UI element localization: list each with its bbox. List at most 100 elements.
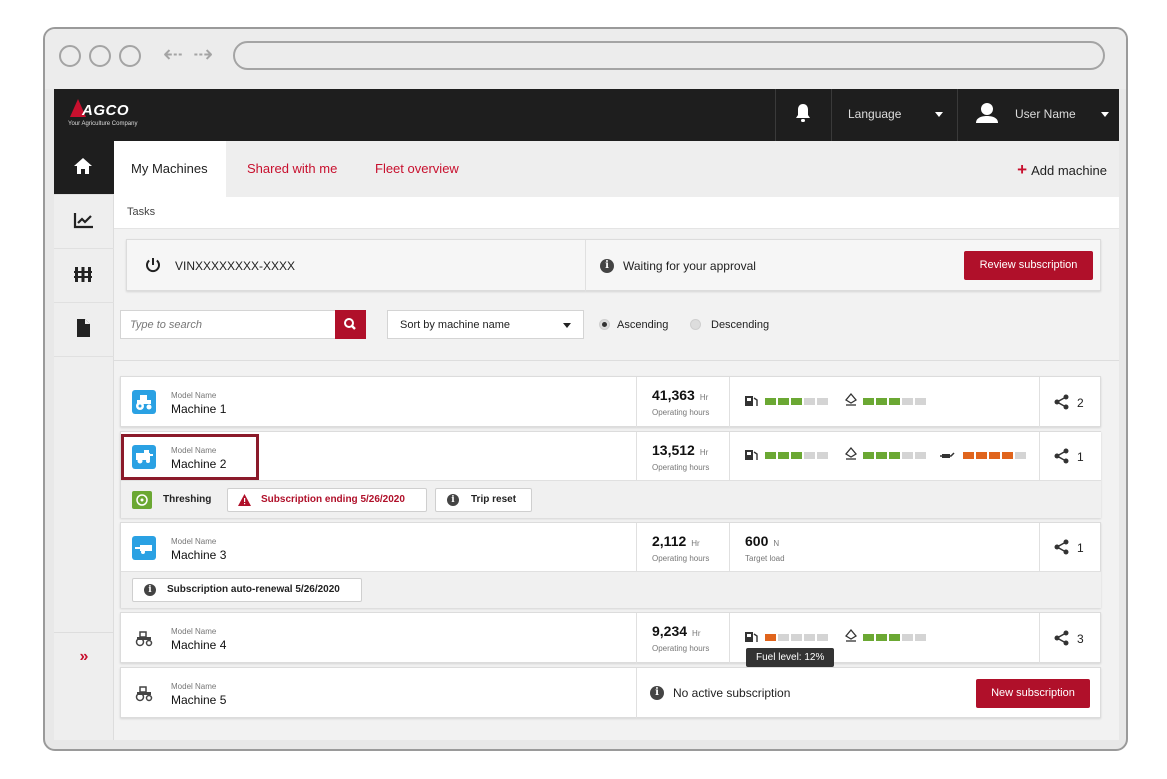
tab-fleet-overview[interactable]: Fleet overview: [375, 161, 459, 176]
new-subscription-button[interactable]: New subscription: [976, 679, 1090, 708]
machine-name: Machine 3: [171, 548, 227, 562]
nav-analytics[interactable]: [54, 195, 114, 249]
add-machine-button[interactable]: + Add machine: [1017, 160, 1107, 180]
subscription-status: No active subscription: [673, 686, 791, 700]
def-icon: [845, 393, 857, 406]
sort-select[interactable]: Sort by machine name: [387, 310, 584, 339]
forward-arrow-icon[interactable]: ⇢: [193, 41, 213, 69]
divider: [1039, 613, 1040, 664]
model-name: Model Name: [171, 682, 217, 691]
window-maximize-dot[interactable]: [119, 45, 141, 67]
model-name: Model Name: [171, 627, 217, 636]
combine-icon: [132, 445, 156, 469]
divider: [831, 89, 832, 141]
divider: [1039, 523, 1040, 571]
share-count: 1: [1077, 450, 1084, 464]
tasks-title: Tasks: [127, 206, 156, 218]
trip-reset-label: Trip reset: [471, 494, 517, 505]
machine-row[interactable]: Model Name Machine 2 13,512 Hr Operating …: [120, 431, 1101, 518]
window-minimize-dot[interactable]: [89, 45, 111, 67]
divider: [636, 377, 637, 428]
operating-hours-value: 9,234: [652, 623, 688, 639]
operating-hours-label: Operating hours: [652, 463, 710, 472]
nav-fields[interactable]: [54, 249, 114, 303]
machine-name: Machine 4: [171, 638, 227, 652]
browser-chrome: ⇠ ⇢: [45, 29, 1126, 89]
tractor-icon: [132, 626, 156, 650]
operating-hours-label: Operating hours: [652, 408, 710, 417]
back-arrow-icon[interactable]: ⇠: [163, 41, 183, 69]
tab-bar: My Machines Shared with me Fleet overvie…: [114, 141, 1119, 198]
search-button[interactable]: [335, 310, 366, 339]
agco-logo[interactable]: AGCO Your Agriculture Company: [68, 99, 158, 131]
hours-unit: Hr: [692, 629, 701, 638]
nav-documents[interactable]: [54, 303, 114, 357]
tractor-icon: [132, 681, 156, 705]
share-count: 2: [1077, 396, 1084, 410]
tab-my-machines[interactable]: My Machines: [114, 141, 226, 198]
divider: [775, 89, 776, 141]
window-close-dot[interactable]: [59, 45, 81, 67]
logo-tagline: Your Agriculture Company: [68, 121, 138, 127]
address-bar[interactable]: [233, 41, 1105, 70]
fuel-icon: [745, 396, 758, 406]
def-level-bar: [863, 398, 928, 405]
share-icon[interactable]: [1054, 539, 1070, 555]
search-input[interactable]: [121, 311, 335, 338]
fuel-level-bar: [765, 452, 830, 459]
tab-shared-with-me[interactable]: Shared with me: [247, 161, 337, 176]
def-icon: [845, 629, 857, 642]
info-icon: i: [447, 494, 459, 506]
machine-row[interactable]: Model Name Machine 3 2,112 Hr Operating h…: [120, 522, 1101, 608]
chevron-down-icon: [935, 112, 943, 117]
divider: [729, 377, 730, 428]
expand-nav-button[interactable]: »: [54, 632, 114, 684]
machine-row[interactable]: Model Name Machine 1 41,363 Hr Operating …: [120, 376, 1101, 428]
user-name: User Name: [1015, 107, 1076, 121]
chart-line-icon: [73, 213, 93, 229]
fence-icon: [74, 267, 92, 282]
operation-mode: Threshing: [163, 494, 212, 505]
operating-hours-value: 13,512: [652, 442, 695, 458]
trip-reset-button[interactable]: i Trip reset: [435, 488, 532, 512]
descending-label[interactable]: Descending: [711, 319, 769, 331]
nav-home[interactable]: [54, 141, 114, 195]
review-subscription-button[interactable]: Review subscription: [964, 251, 1093, 280]
target-load-value: 600: [745, 533, 769, 549]
share-icon[interactable]: [1054, 630, 1070, 646]
ascending-label[interactable]: Ascending: [617, 319, 668, 331]
share-icon[interactable]: [1054, 394, 1070, 410]
search-box: [120, 310, 366, 339]
add-machine-label: Add machine: [1031, 163, 1107, 178]
chevron-down-icon: [563, 323, 571, 328]
share-icon[interactable]: [1054, 448, 1070, 464]
main-content: Tasks VINXXXXXXXX-XXXX i Waiting for you…: [114, 197, 1119, 740]
divider: [636, 613, 637, 664]
power-icon: [146, 258, 160, 273]
machine-row[interactable]: Model Name Machine 4 9,234 Hr Operating h…: [120, 612, 1101, 664]
auto-renewal-chip[interactable]: i Subscription auto-renewal 5/26/2020: [132, 578, 362, 602]
vin-number: VINXXXXXXXX-XXXX: [175, 259, 296, 273]
sort-label: Sort by machine name: [400, 319, 511, 331]
model-name: Model Name: [171, 391, 217, 400]
chevron-down-icon: [1101, 112, 1109, 117]
auto-renewal-text: Subscription auto-renewal 5/26/2020: [167, 584, 340, 595]
machine-row[interactable]: Model Name Machine 5 i No active subscri…: [120, 667, 1101, 719]
oil-level-bar: [963, 452, 1028, 459]
fuel-icon: [745, 632, 758, 642]
divider: [636, 432, 637, 480]
fuel-icon: [745, 450, 758, 460]
left-nav: »: [54, 141, 114, 740]
divider: [957, 89, 958, 141]
fuel-level-bar[interactable]: [765, 634, 830, 641]
descending-radio[interactable]: [690, 319, 701, 330]
ascending-radio[interactable]: [599, 319, 610, 330]
divider: [729, 613, 730, 664]
subscription-warning-chip[interactable]: Subscription ending 5/26/2020: [227, 488, 427, 512]
bell-icon[interactable]: [795, 103, 811, 123]
share-count: 3: [1077, 632, 1084, 646]
machine-name: Machine 5: [171, 693, 227, 707]
divider: [1039, 377, 1040, 428]
fuel-level-tooltip: Fuel level: 12%: [746, 648, 835, 667]
tractor-icon: [132, 390, 156, 414]
